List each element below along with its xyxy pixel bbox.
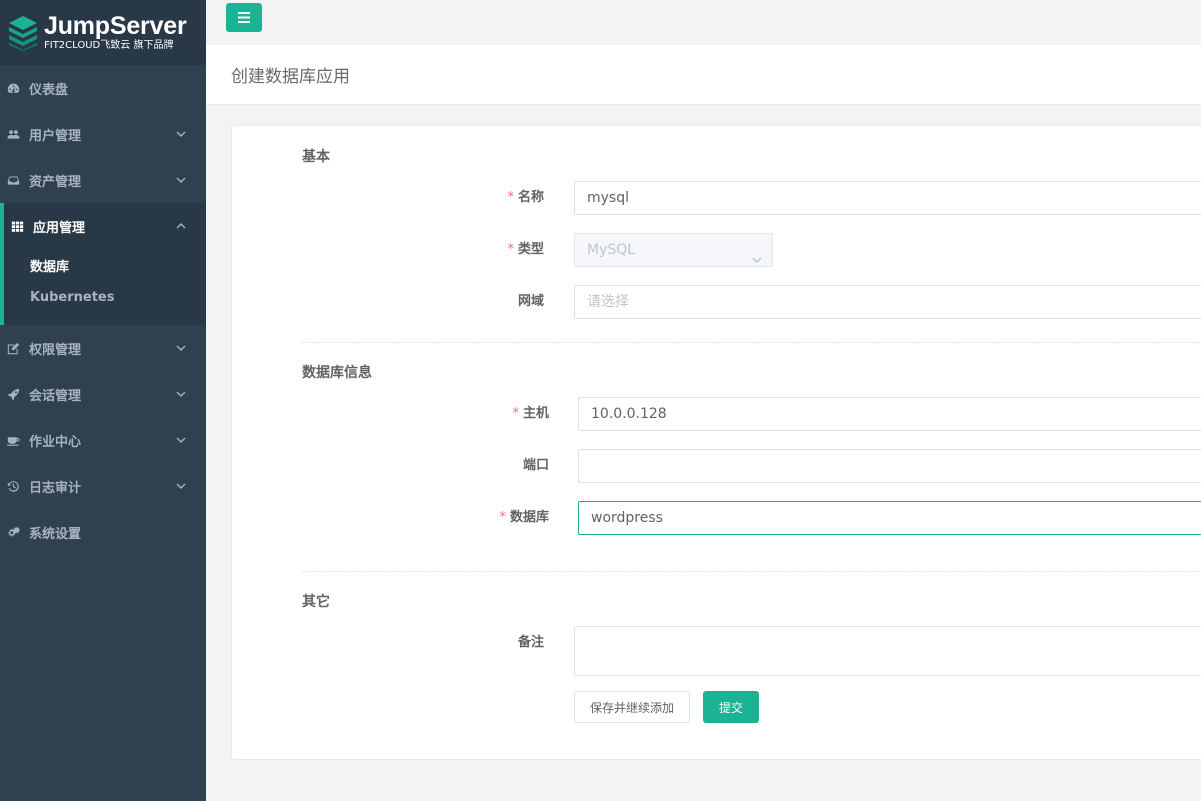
sidebar-subitem-database[interactable]: 数据库 bbox=[4, 249, 206, 281]
sidebar-item-users[interactable]: 用户管理 bbox=[0, 111, 206, 157]
jumpserver-logo-icon bbox=[9, 15, 37, 51]
sidebar-item-label: 系统设置 bbox=[29, 526, 82, 542]
chevron-down-icon bbox=[176, 174, 186, 184]
sidebar-item-label: 应用管理 bbox=[33, 220, 86, 236]
page-heading: 创建数据库应用 bbox=[206, 45, 1201, 105]
save-and-continue-button[interactable]: 保存并继续添加 bbox=[574, 691, 690, 723]
chevron-up-icon bbox=[176, 220, 186, 230]
submit-button[interactable]: 提交 bbox=[703, 691, 759, 723]
page-title: 创建数据库应用 bbox=[231, 67, 350, 87]
comment-textarea[interactable] bbox=[574, 626, 1201, 676]
type-label: * 类型 bbox=[507, 242, 544, 257]
domain-select[interactable]: 请选择 bbox=[574, 285, 1201, 319]
form-row-database: * 数据库 bbox=[232, 501, 1201, 535]
form-row-port: 端口 bbox=[232, 449, 1201, 483]
form-card: 基本 *名称 *类型 MySQL 网域 请选择 数据库信息 *主机 端口 *数据… bbox=[231, 125, 1201, 760]
sidebar-group-applications: 应用管理 数据库 Kubernetes bbox=[0, 203, 206, 325]
sidebar-item-label: 用户管理 bbox=[29, 128, 82, 144]
form-row-name: * 名称 bbox=[232, 181, 1201, 215]
chevron-down-icon bbox=[752, 245, 762, 263]
chevron-down-icon bbox=[176, 128, 186, 138]
port-input[interactable] bbox=[578, 449, 1201, 483]
required-mark: * bbox=[507, 190, 514, 205]
section-divider bbox=[302, 571, 1201, 572]
history-icon bbox=[6, 479, 20, 493]
sidebar-item-applications[interactable]: 应用管理 bbox=[4, 203, 206, 249]
sidebar: JumpServer FIT2CLOUD飞致云 旗下品牌 仪表盘 用户管理 资产… bbox=[0, 0, 206, 801]
form-row-type: * 类型 MySQL bbox=[232, 233, 1201, 267]
dashboard-icon bbox=[6, 81, 20, 95]
edit-icon bbox=[6, 341, 20, 355]
port-label: 端口 bbox=[522, 458, 549, 473]
sidebar-item-dashboard[interactable]: 仪表盘 bbox=[0, 65, 206, 111]
sidebar-item-label: 资产管理 bbox=[29, 174, 82, 190]
sidebar-nav: 仪表盘 用户管理 资产管理 应用管理 数据库 Kubernetes 权限管理 会… bbox=[0, 65, 206, 555]
gears-icon bbox=[6, 525, 20, 539]
grid-icon bbox=[10, 219, 24, 233]
section-title-db-info: 数据库信息 bbox=[302, 365, 372, 381]
sidebar-item-label: 会话管理 bbox=[29, 388, 82, 404]
top-navbar bbox=[206, 0, 1201, 45]
section-title-other: 其它 bbox=[302, 594, 330, 610]
sidebar-submenu: 数据库 Kubernetes bbox=[4, 249, 206, 325]
sidebar-subitem-kubernetes[interactable]: Kubernetes bbox=[4, 281, 206, 313]
form-row-comment: 备注 bbox=[232, 626, 1201, 676]
logo[interactable]: JumpServer FIT2CLOUD飞致云 旗下品牌 bbox=[0, 0, 206, 65]
sidebar-item-sessions[interactable]: 会话管理 bbox=[0, 371, 206, 417]
rocket-icon bbox=[6, 387, 20, 401]
host-input[interactable] bbox=[578, 397, 1201, 431]
sidebar-item-label: 仪表盘 bbox=[29, 82, 69, 98]
sidebar-item-label: 权限管理 bbox=[29, 342, 82, 358]
sidebar-toggle-button[interactable] bbox=[226, 3, 262, 32]
sidebar-item-label: 作业中心 bbox=[29, 434, 82, 450]
brand-title: JumpServer bbox=[44, 12, 187, 40]
host-label: * 主机 bbox=[512, 406, 549, 421]
required-mark: * bbox=[507, 242, 514, 257]
sidebar-item-label: 日志审计 bbox=[29, 480, 82, 496]
hamburger-icon bbox=[238, 12, 250, 23]
chevron-down-icon bbox=[176, 388, 186, 398]
name-input[interactable] bbox=[574, 181, 1201, 215]
form-row-domain: 网域 请选择 bbox=[232, 285, 1201, 319]
chevron-down-icon bbox=[176, 480, 186, 490]
comment-label: 备注 bbox=[517, 635, 544, 650]
sidebar-item-audit[interactable]: 日志审计 bbox=[0, 463, 206, 509]
sidebar-item-settings[interactable]: 系统设置 bbox=[0, 509, 206, 555]
brand-subtitle: FIT2CLOUD飞致云 旗下品牌 bbox=[44, 40, 174, 51]
coffee-icon bbox=[6, 433, 20, 447]
inbox-icon bbox=[6, 173, 20, 187]
chevron-down-icon bbox=[176, 342, 186, 352]
sidebar-item-permissions[interactable]: 权限管理 bbox=[0, 325, 206, 371]
domain-label: 网域 bbox=[517, 294, 544, 309]
database-input[interactable] bbox=[578, 501, 1201, 535]
required-mark: * bbox=[512, 406, 519, 421]
sidebar-item-jobs[interactable]: 作业中心 bbox=[0, 417, 206, 463]
form-row-host: * 主机 bbox=[232, 397, 1201, 431]
chevron-down-icon bbox=[176, 434, 186, 444]
name-label: * 名称 bbox=[507, 190, 544, 205]
database-label: * 数据库 bbox=[499, 510, 549, 525]
section-title-basic: 基本 bbox=[302, 149, 330, 165]
type-select[interactable]: MySQL bbox=[574, 233, 773, 267]
type-select-value: MySQL bbox=[587, 242, 636, 258]
users-icon bbox=[6, 127, 20, 141]
section-divider bbox=[302, 342, 1201, 343]
required-mark: * bbox=[499, 510, 506, 525]
sidebar-item-assets[interactable]: 资产管理 bbox=[0, 157, 206, 203]
